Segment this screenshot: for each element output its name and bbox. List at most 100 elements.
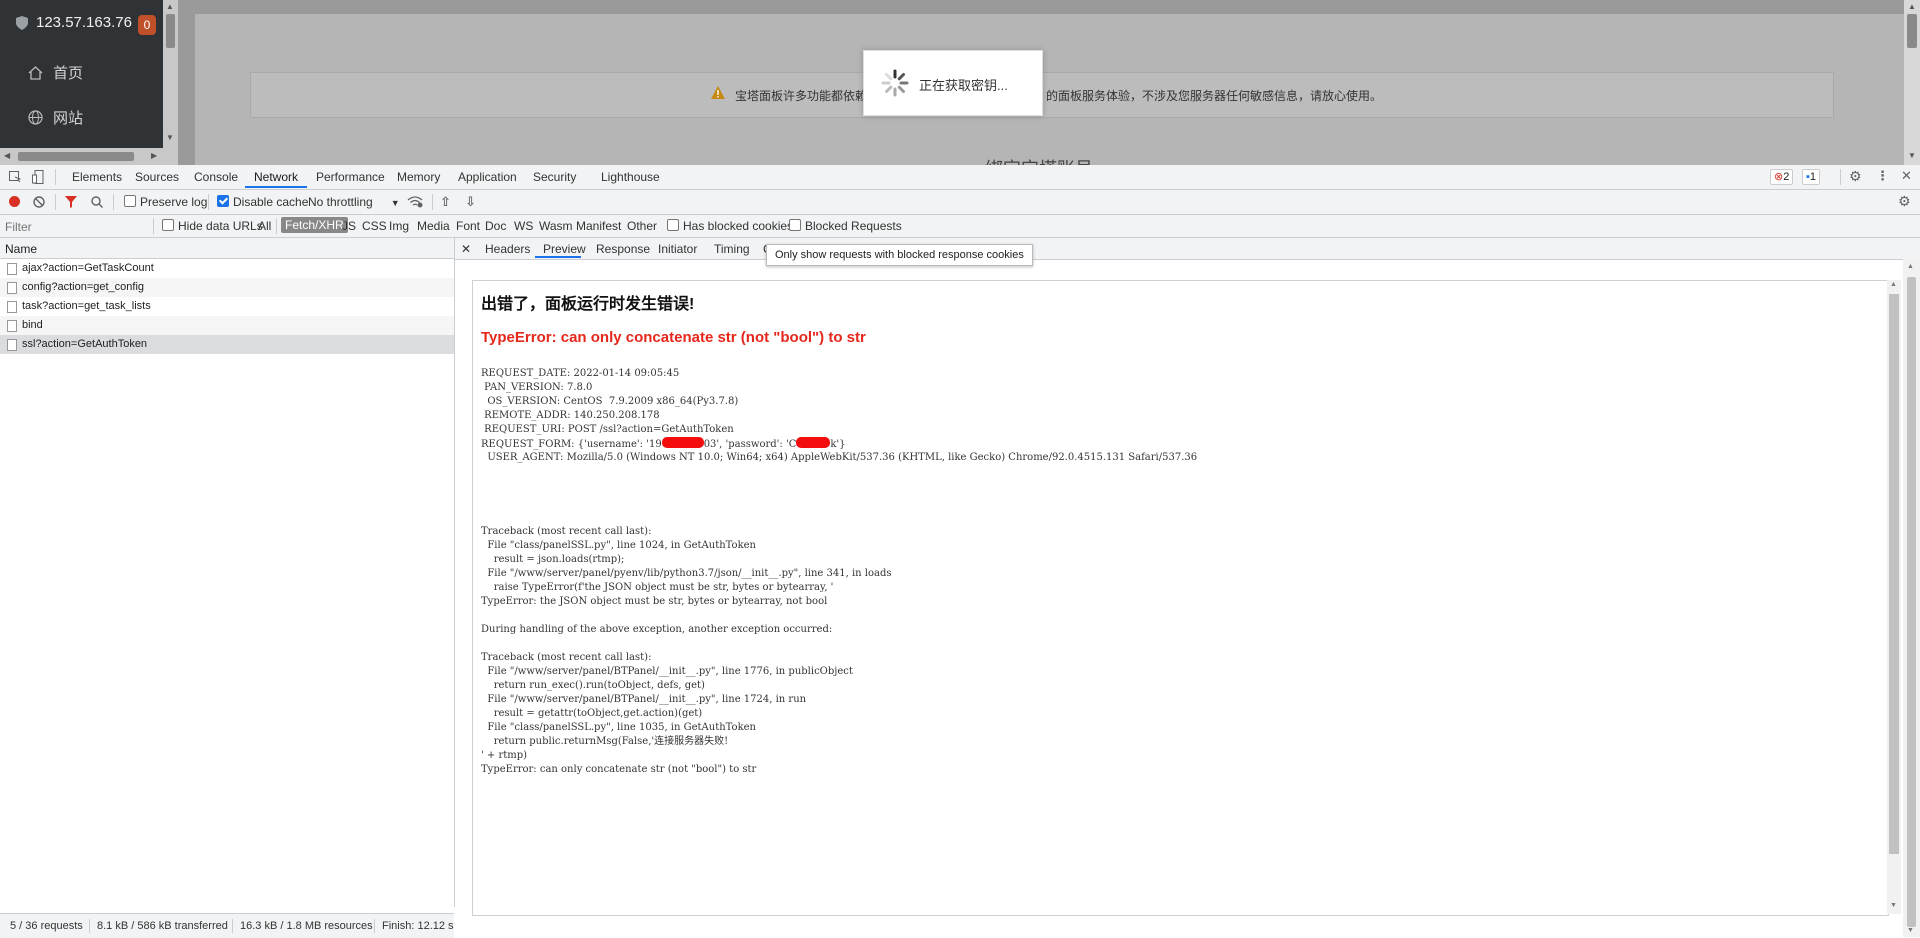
- scroll-up-icon[interactable]: ▲: [1908, 2, 1916, 11]
- filter-type-all[interactable]: All: [258, 219, 271, 233]
- filter-type-font[interactable]: Font: [456, 219, 480, 233]
- blocked-cookies-tooltip: Only show requests with blocked response…: [766, 244, 1033, 266]
- scrollbar-thumb[interactable]: [1889, 294, 1899, 854]
- tab-lighthouse[interactable]: Lighthouse: [601, 170, 660, 184]
- checkbox[interactable]: [217, 195, 229, 207]
- scrollbar-thumb[interactable]: [1907, 14, 1917, 48]
- scrollbar-thumb[interactable]: [166, 14, 175, 48]
- scrollbar-thumb[interactable]: [1907, 277, 1916, 927]
- export-har-icon[interactable]: ⇩: [465, 194, 476, 210]
- checkbox[interactable]: [789, 219, 801, 231]
- filter-type-other[interactable]: Other: [627, 219, 657, 233]
- blocked-requests-label: Blocked Requests: [805, 219, 902, 233]
- loading-text: 正在获取密钥...: [919, 78, 1008, 93]
- tab-performance[interactable]: Performance: [316, 170, 385, 184]
- filter-type-js[interactable]: JS: [342, 219, 356, 233]
- filter-type-doc[interactable]: Doc: [485, 219, 506, 233]
- scroll-up-icon[interactable]: ▲: [1907, 263, 1914, 270]
- filter-type-manifest[interactable]: Manifest: [576, 219, 621, 233]
- throttling-value: No throttling: [308, 195, 373, 209]
- filter-type-img[interactable]: Img: [389, 219, 409, 233]
- filter-icon[interactable]: [65, 196, 77, 208]
- search-icon[interactable]: [91, 196, 103, 208]
- request-uri: REQUEST_URI: POST /ssl?action=GetAuthTok…: [481, 424, 734, 435]
- tab-network[interactable]: Network: [254, 170, 298, 184]
- request-row-selected[interactable]: ssl?action=GetAuthToken: [0, 335, 454, 354]
- file-icon: [7, 320, 17, 332]
- clear-icon[interactable]: [33, 196, 45, 208]
- error-icon: ⊗: [1774, 171, 1784, 183]
- message-count-badge[interactable]: ▪1: [1802, 169, 1821, 185]
- filter-type-wasm[interactable]: Wasm: [539, 219, 573, 233]
- scroll-up-icon[interactable]: ▲: [1890, 281, 1897, 288]
- server-host[interactable]: 123.57.163.76: [16, 14, 132, 31]
- preserve-log-checkbox[interactable]: Preserve log: [124, 195, 207, 209]
- network-settings-gear-icon[interactable]: ⚙: [1898, 193, 1911, 210]
- name-column-label: Name: [5, 242, 38, 256]
- error-count-badge[interactable]: ⊗2: [1770, 169, 1794, 185]
- file-icon: [7, 282, 17, 294]
- scroll-down-icon[interactable]: ▼: [1907, 927, 1914, 934]
- scroll-left-icon[interactable]: ◀: [4, 151, 10, 160]
- resource-size: 16.3 kB / 1.8 MB resources: [240, 920, 373, 932]
- tab-sources[interactable]: Sources: [135, 170, 179, 184]
- scrollbar-thumb[interactable]: [18, 152, 134, 161]
- subtab-timing[interactable]: Timing: [714, 242, 750, 256]
- tab-memory[interactable]: Memory: [397, 170, 440, 184]
- subtab-initiator[interactable]: Initiator: [658, 242, 697, 256]
- loading-dialog: 正在获取密钥...: [863, 50, 1043, 116]
- import-har-icon[interactable]: ⇧: [440, 194, 451, 210]
- request-name: ssl?action=GetAuthToken: [22, 338, 148, 350]
- filter-type-media[interactable]: Media: [417, 219, 450, 233]
- page-viewport: 123.57.163.76 0 首页 网站 ◀ ▶ ▲ ▼ 宝塔面板许多功能都依…: [0, 0, 1920, 165]
- settings-gear-icon[interactable]: ⚙: [1849, 168, 1862, 185]
- scroll-up-icon[interactable]: ▲: [166, 2, 174, 11]
- tab-application[interactable]: Application: [458, 170, 517, 184]
- hide-data-urls-checkbox[interactable]: Hide data URLs: [162, 219, 263, 233]
- request-row[interactable]: task?action=get_task_lists: [0, 297, 454, 316]
- sidebar-item-label: 首页: [53, 65, 84, 82]
- page-vertical-scrollbar[interactable]: ▲ ▼: [1904, 0, 1920, 165]
- filter-input[interactable]: [3, 218, 155, 236]
- more-options-icon[interactable]: ⋮: [1876, 168, 1889, 184]
- request-name: task?action=get_task_lists: [22, 300, 151, 312]
- request-row[interactable]: bind: [0, 316, 454, 335]
- sidebar-item-website[interactable]: 网站: [28, 107, 83, 128]
- request-row[interactable]: config?action=get_config: [0, 278, 454, 297]
- filter-type-ws[interactable]: WS: [514, 219, 533, 233]
- hide-data-urls-label: Hide data URLs: [178, 219, 263, 233]
- subtab-response[interactable]: Response: [596, 242, 650, 256]
- scroll-down-icon[interactable]: ▼: [166, 133, 174, 142]
- checkbox[interactable]: [667, 219, 679, 231]
- subtab-preview[interactable]: Preview: [543, 242, 586, 256]
- sidebar-vertical-scrollbar[interactable]: ▲ ▼: [163, 0, 178, 165]
- has-blocked-cookies-checkbox[interactable]: Has blocked cookies: [667, 219, 793, 233]
- scroll-down-icon[interactable]: ▼: [1890, 902, 1897, 909]
- scroll-right-icon[interactable]: ▶: [151, 151, 157, 160]
- detail-scrollbar[interactable]: ▲ ▼: [1903, 259, 1920, 937]
- device-toolbar-icon[interactable]: [32, 170, 44, 184]
- scroll-down-icon[interactable]: ▼: [1908, 151, 1916, 160]
- checkbox[interactable]: [124, 195, 136, 207]
- close-detail-icon[interactable]: ✕: [461, 242, 471, 256]
- inspect-element-icon[interactable]: [9, 171, 21, 183]
- filter-type-fetch-xhr[interactable]: Fetch/XHR: [281, 217, 348, 233]
- filter-type-css[interactable]: CSS: [362, 219, 387, 233]
- checkbox[interactable]: [162, 219, 174, 231]
- close-devtools-icon[interactable]: ✕: [1901, 168, 1912, 184]
- throttling-select[interactable]: No throttling ▼: [308, 195, 400, 209]
- notification-badge[interactable]: 0: [138, 15, 156, 35]
- record-button[interactable]: [9, 196, 20, 207]
- preview-scrollbar[interactable]: ▲ ▼: [1887, 280, 1901, 914]
- subtab-headers[interactable]: Headers: [485, 242, 530, 256]
- tab-console[interactable]: Console: [194, 170, 238, 184]
- network-conditions-icon[interactable]: [407, 196, 423, 208]
- sidebar-horizontal-scrollbar[interactable]: ◀ ▶: [0, 148, 163, 165]
- disable-cache-checkbox[interactable]: Disable cache: [217, 195, 308, 209]
- sidebar-item-home[interactable]: 首页: [28, 62, 83, 83]
- name-column-header[interactable]: Name: [0, 238, 454, 259]
- blocked-requests-checkbox[interactable]: Blocked Requests: [789, 219, 902, 233]
- tab-elements[interactable]: Elements: [72, 170, 122, 184]
- request-row[interactable]: ajax?action=GetTaskCount: [0, 259, 454, 278]
- tab-security[interactable]: Security: [533, 170, 576, 184]
